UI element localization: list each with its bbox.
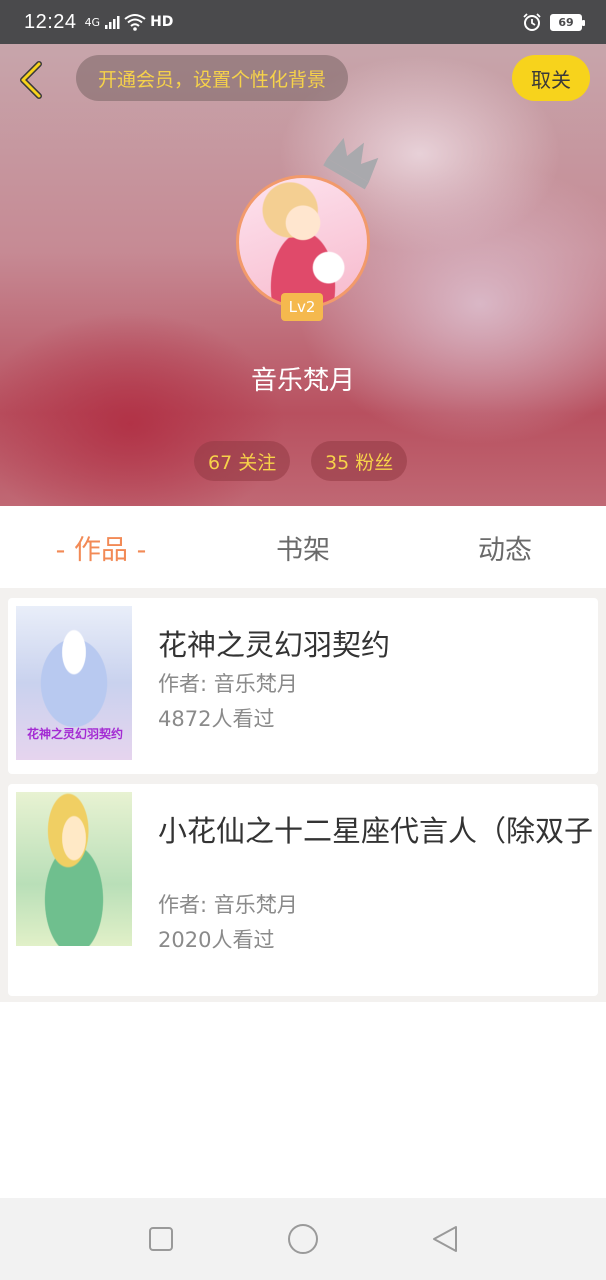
works-list: 花神之灵幻羽契约 花神之灵幻羽契约 作者: 音乐梵月 4872人看过 小花仙之十… [0,588,606,1002]
battery-icon: 69 [550,13,585,31]
tab-bookshelf[interactable]: 书架 [202,528,404,567]
network-label: 4G [84,15,101,29]
alarm-icon [523,13,541,31]
status-bar: 12:24 4G HD 69 [0,0,606,44]
back-nav-button[interactable] [425,1219,465,1259]
fans-count[interactable]: 35 粉丝 [311,441,408,481]
vip-background-banner[interactable]: 开通会员，设置个性化背景 [76,55,349,101]
triangle-back-icon [433,1226,457,1252]
status-icons-left: 4G HD [84,13,174,31]
list-item[interactable]: 花神之灵幻羽契约 花神之灵幻羽契约 作者: 音乐梵月 4872人看过 [8,598,598,774]
book-cover: 花神之灵幻羽契约 [16,606,132,760]
avatar[interactable] [236,175,370,309]
book-title: 花神之灵幻羽契约 [158,628,391,662]
cover-caption: 花神之灵幻羽契约 [26,727,123,741]
wifi-icon [124,14,146,31]
book-author: 作者: 音乐梵月 [158,672,298,696]
book-author: 作者: 音乐梵月 [158,893,298,917]
following-count[interactable]: 67 关注 [194,441,291,481]
tab-activity[interactable]: 动态 [404,528,606,567]
list-item[interactable]: 小花仙之十二星座代言人（除双子 作者: 音乐梵月 2020人看过 [8,784,598,996]
chevron-left-icon [20,61,42,99]
circle-icon [288,1224,318,1254]
recent-apps-button[interactable] [141,1219,181,1259]
unfollow-button[interactable]: 取关 [512,55,590,101]
profile-header: 开通会员，设置个性化背景 取关 Lv2 音乐梵月 67 关注 35 粉丝 [0,44,606,506]
system-nav-bar [0,1198,606,1280]
status-time: 12:24 [24,10,77,33]
book-views: 4872人看过 [158,707,275,731]
book-cover [16,792,132,946]
tab-works[interactable]: - 作品 - [0,528,202,567]
hd-icon: HD [150,14,174,30]
signal-icon [105,16,120,29]
profile-tabs: - 作品 - 书架 动态 [0,506,606,588]
back-button[interactable] [14,60,50,100]
book-views: 2020人看过 [158,928,275,952]
status-icons-right: 69 [522,12,585,32]
home-button[interactable] [283,1219,323,1259]
square-icon [149,1227,173,1251]
level-badge: Lv2 [281,293,323,321]
username: 音乐梵月 [250,366,355,396]
book-title: 小花仙之十二星座代言人（除双子 [158,814,594,848]
